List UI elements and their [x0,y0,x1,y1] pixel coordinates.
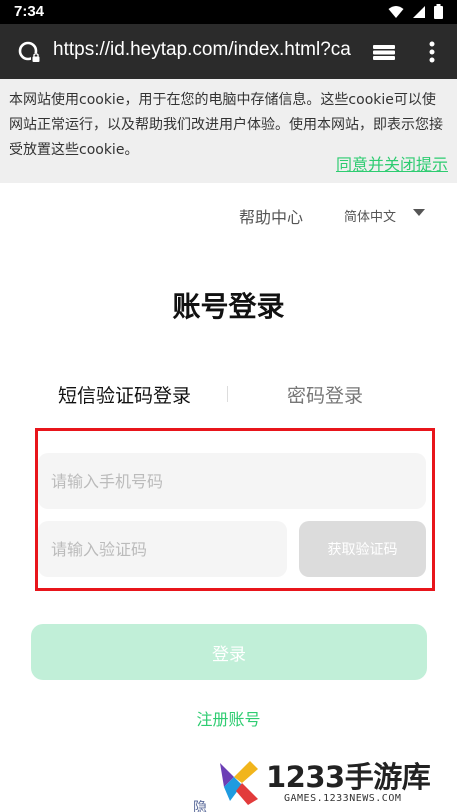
status-bar: 7:34 [0,0,457,24]
watermark: 1233手游库 GAMES.1233NEWS.COM [208,752,457,812]
site-identity-icon[interactable] [18,40,42,64]
page-title: 账号登录 [172,290,285,323]
code-input[interactable] [38,521,287,577]
status-time: 7:34 [14,3,45,20]
tab-sms-login[interactable]: 短信验证码登录 [58,381,191,408]
cookie-accept-link[interactable]: 同意并关闭提示 [336,151,448,175]
signal-icon [413,5,425,18]
get-code-button[interactable]: 获取验证码 [299,521,426,577]
tab-switcher-icon[interactable] [370,38,398,66]
more-vert-icon[interactable] [422,38,442,66]
login-button[interactable]: 登录 [31,624,427,680]
tab-divider [227,386,228,402]
watermark-sub-text: GAMES.1233NEWS.COM [284,793,402,804]
battery-icon [434,4,443,19]
wifi-icon [388,5,404,18]
status-icons [388,4,443,19]
chevron-down-icon[interactable] [413,209,425,216]
help-center-link[interactable]: 帮助中心 [239,204,303,228]
watermark-main-text: 1233手游库 [266,760,431,794]
language-selector[interactable]: 简体中文 [344,206,396,225]
browser-toolbar: https://id.heytap.com/index.html?ca [0,24,457,79]
cookie-banner: 本网站使用cookie，用于在您的电脑中存储信息。这些cookie可以使网站正常… [0,79,457,183]
phone-input[interactable] [38,453,426,509]
watermark-logo-icon [220,761,258,805]
url-bar[interactable]: https://id.heytap.com/index.html?ca [53,39,353,65]
tab-password-login[interactable]: 密码登录 [287,381,363,408]
register-link[interactable]: 注册账号 [0,706,457,730]
privacy-link[interactable]: 隐 [193,797,207,812]
